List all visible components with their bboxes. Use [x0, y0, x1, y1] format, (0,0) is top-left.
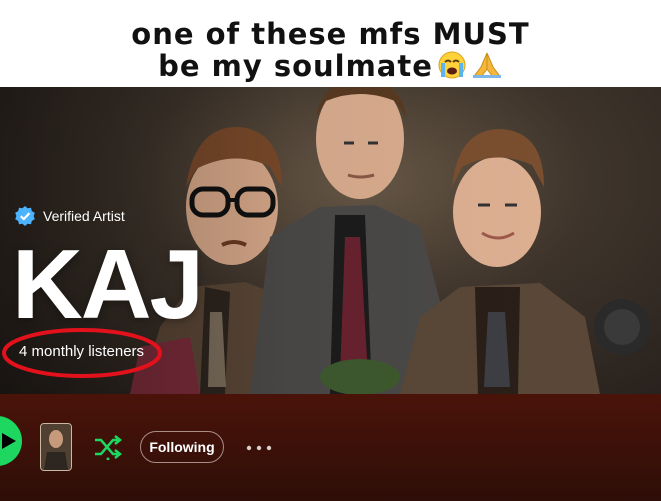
play-icon: [2, 433, 16, 449]
artist-thumbnail[interactable]: [40, 423, 72, 471]
artist-banner: Verified Artist KAJ 4 monthly listeners: [0, 87, 661, 394]
play-button[interactable]: [0, 416, 22, 466]
following-button[interactable]: Following: [140, 431, 224, 463]
folded-hands-icon: [471, 51, 503, 85]
caption-line-2: be my soulmate: [0, 50, 661, 85]
action-bar: Following: [0, 394, 661, 501]
artist-name: KAJ: [12, 229, 204, 339]
meme-caption: one of these mfs MUST be my soulmate: [0, 0, 661, 87]
more-options-icon[interactable]: [246, 445, 272, 451]
verified-label: Verified Artist: [43, 208, 125, 224]
caption-line-2-text: be my soulmate: [158, 49, 433, 83]
shuffle-icon[interactable]: [93, 434, 123, 460]
caption-line-1: one of these mfs MUST: [131, 17, 530, 51]
verified-artist-badge: Verified Artist: [14, 203, 125, 229]
monthly-listeners: 4 monthly listeners: [19, 343, 145, 360]
verified-badge-icon: [15, 206, 35, 226]
crying-face-icon: [437, 51, 467, 85]
